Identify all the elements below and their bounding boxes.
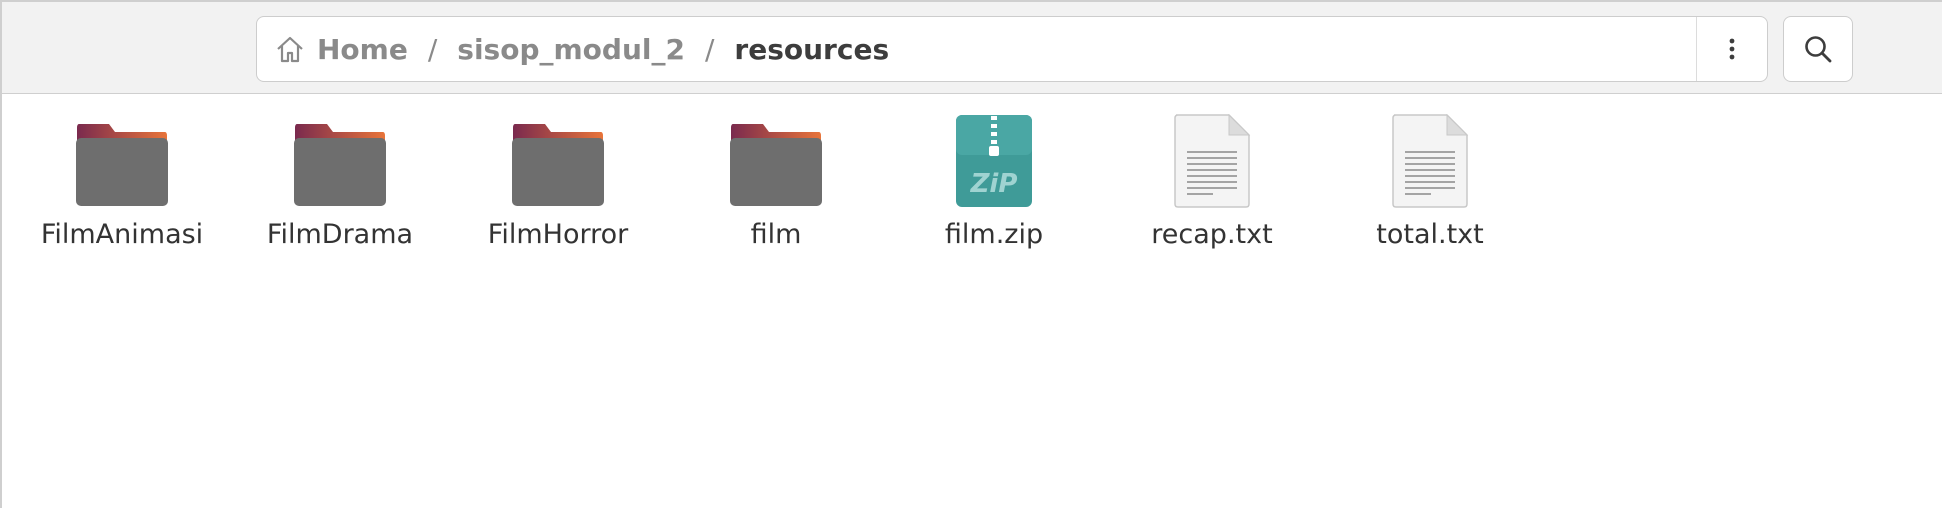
header-bar: Home / sisop_modul_2 / resources xyxy=(2,0,1942,94)
home-icon xyxy=(277,36,303,63)
folder-icon xyxy=(512,124,604,206)
file-item-total-txt[interactable]: total.txt xyxy=(1330,106,1530,252)
folder-icon xyxy=(730,124,822,206)
breadcrumb-resources-label: resources xyxy=(734,32,890,66)
zip-archive-icon: ZiP xyxy=(956,115,1032,207)
folder-icon xyxy=(294,124,386,206)
file-item-recap-txt[interactable]: recap.txt xyxy=(1112,106,1312,252)
file-grid: FilmAnimasi FilmDrama FilmHorror film Zi… xyxy=(2,96,1942,508)
file-name: FilmDrama xyxy=(266,219,414,250)
text-file-icon xyxy=(1174,114,1251,208)
breadcrumb-sisop-modul-2-label: sisop_modul_2 xyxy=(457,32,685,66)
file-name: film xyxy=(750,219,802,250)
search-button[interactable] xyxy=(1783,16,1853,82)
svg-text:ZiP: ZiP xyxy=(970,169,1018,199)
file-manager-window: Home / sisop_modul_2 / resources FilmAni… xyxy=(0,0,1942,508)
path-menu-button[interactable] xyxy=(1696,17,1767,81)
file-name: FilmHorror xyxy=(487,219,629,250)
text-file-icon xyxy=(1392,114,1469,208)
breadcrumb-home-label: Home xyxy=(317,32,408,66)
breadcrumb-sisop-modul-2[interactable]: sisop_modul_2 xyxy=(457,33,685,66)
file-item-filmhorror[interactable]: FilmHorror xyxy=(458,106,658,252)
file-item-film[interactable]: film xyxy=(676,106,876,252)
file-item-film-zip[interactable]: ZiP film.zip xyxy=(894,106,1094,252)
breadcrumb: Home / sisop_modul_2 / resources xyxy=(257,17,1696,81)
search-icon xyxy=(1805,36,1832,63)
file-name: film.zip xyxy=(944,219,1044,250)
vertical-dots-icon xyxy=(1729,38,1735,60)
path-bar: Home / sisop_modul_2 / resources xyxy=(256,16,1768,82)
file-item-filmanimasi[interactable]: FilmAnimasi xyxy=(22,106,222,252)
breadcrumb-separator: / xyxy=(704,32,715,66)
breadcrumb-home[interactable]: Home xyxy=(275,33,408,66)
file-name: recap.txt xyxy=(1151,219,1273,250)
file-name: FilmAnimasi xyxy=(40,219,204,250)
file-name: total.txt xyxy=(1376,219,1484,250)
breadcrumb-separator: / xyxy=(427,32,438,66)
file-item-filmdrama[interactable]: FilmDrama xyxy=(240,106,440,252)
folder-icon xyxy=(76,124,168,206)
breadcrumb-resources[interactable]: resources xyxy=(734,33,889,66)
